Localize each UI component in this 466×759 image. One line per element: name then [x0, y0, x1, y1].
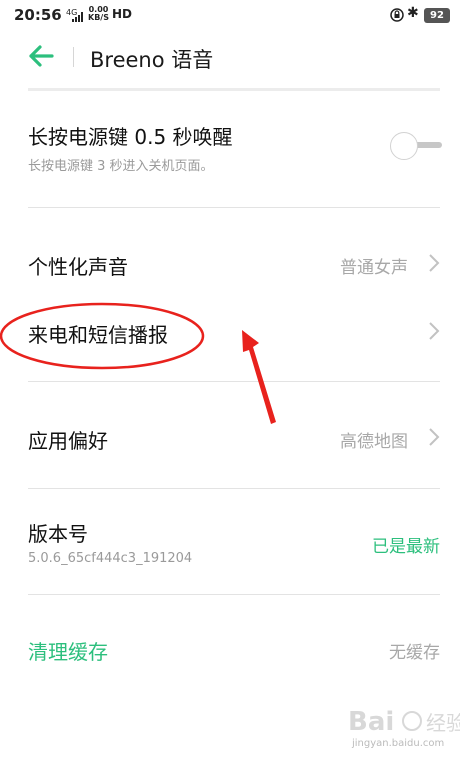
- watermark-text: jingyan.baidu.com: [352, 738, 445, 749]
- rotation-lock-icon: [390, 8, 404, 22]
- back-arrow-icon[interactable]: [28, 44, 56, 68]
- setting-value: 高德地图: [340, 432, 408, 452]
- header-divider: [73, 47, 74, 67]
- chevron-right-icon: [429, 254, 440, 272]
- setting-title: 个性化声音: [28, 255, 128, 279]
- power-wake-toggle[interactable]: [390, 132, 442, 160]
- divider: [28, 381, 440, 382]
- divider: [28, 488, 440, 489]
- setting-subtitle: 长按电源键 3 秒进入关机页面。: [28, 159, 214, 174]
- net-speed: 0.00 KB/S: [88, 6, 109, 22]
- divider: [28, 594, 440, 595]
- setting-value: 普通女声: [340, 258, 408, 278]
- net-speed-unit: KB/S: [88, 13, 109, 22]
- signal-icon: [72, 12, 83, 22]
- setting-title: 应用偏好: [28, 429, 108, 453]
- bluetooth-icon: ✱: [407, 5, 419, 21]
- setting-title: 清理缓存: [28, 640, 108, 664]
- svg-text:经验: 经验: [426, 711, 460, 735]
- divider: [28, 207, 440, 208]
- header-bottom-divider: [28, 88, 440, 91]
- setting-title: 版本号: [28, 522, 88, 546]
- page-title: Breeno 语音: [90, 48, 214, 72]
- version-number: 5.0.6_65cf444c3_191204: [28, 551, 193, 566]
- svg-text:Bai: Bai: [348, 707, 394, 737]
- battery-indicator: 92: [424, 8, 450, 23]
- toggle-knob: [390, 132, 418, 160]
- setting-value: 无缓存: [389, 643, 440, 663]
- setting-title: 来电和短信播报: [28, 323, 168, 347]
- hd-badge: HD: [112, 7, 133, 21]
- status-bar: 20:56 4G 0.00 KB/S HD ✱ 92: [0, 0, 466, 32]
- version-status: 已是最新: [372, 537, 440, 557]
- setting-title: 长按电源键 0.5 秒唤醒: [28, 125, 233, 149]
- app-header: Breeno 语音: [0, 35, 466, 81]
- toggle-track: [414, 142, 442, 148]
- chevron-right-icon: [429, 322, 440, 340]
- status-time: 20:56: [14, 6, 62, 24]
- annotation-arrow: [242, 330, 276, 424]
- chevron-right-icon: [429, 428, 440, 446]
